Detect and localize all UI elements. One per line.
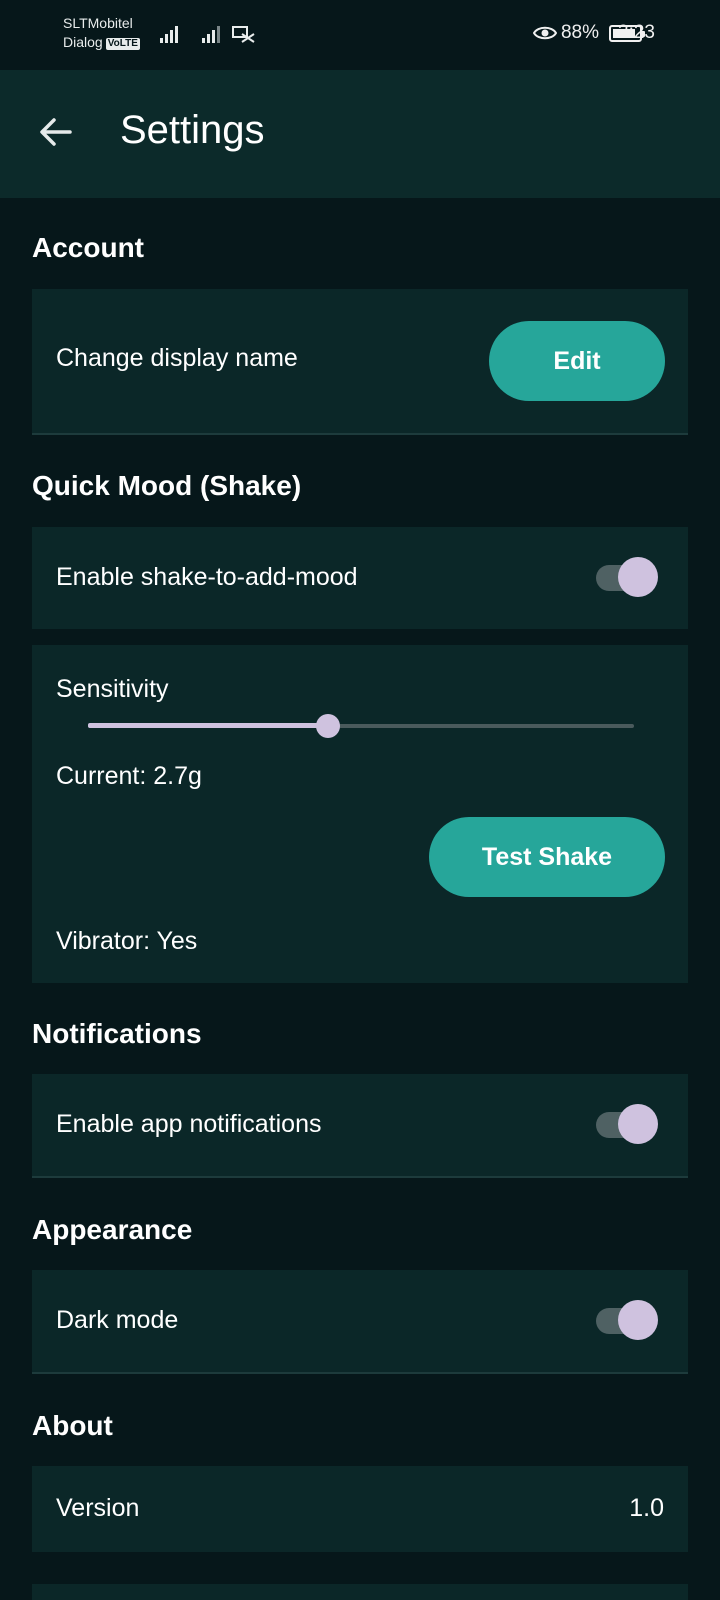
notifications-toggle[interactable] (592, 1104, 658, 1144)
page-title: Settings (120, 108, 265, 152)
signal-icon (160, 26, 178, 43)
appearance-card: Dark mode (32, 1270, 688, 1374)
carrier-info: SLTMobitel Dialog VoLTE (63, 14, 140, 52)
sensitivity-label: Sensitivity (56, 675, 169, 703)
vibrator-text: Vibrator: Yes (56, 927, 198, 955)
sensitivity-card: Sensitivity Current: 2.7g Test Shake Vib… (32, 645, 688, 983)
battery-percent: 88% (560, 22, 599, 43)
section-title-account: Account (32, 232, 144, 263)
section-title-notifications: Notifications (32, 1018, 202, 1049)
sensitivity-slider[interactable] (88, 711, 634, 741)
version-label: Version (56, 1494, 140, 1522)
about-card: Version 1.0 (32, 1466, 688, 1552)
section-title-appearance: Appearance (32, 1214, 193, 1245)
test-shake-button[interactable]: Test Shake (429, 817, 665, 897)
status-bar: SLTMobitel Dialog VoLTE 88% 3:23 (0, 0, 720, 70)
enable-notifications-label: Enable app notifications (56, 1110, 322, 1138)
back-arrow-icon[interactable] (36, 112, 76, 152)
edit-button[interactable]: Edit (489, 321, 665, 401)
eye-icon (532, 26, 557, 40)
shake-toggle[interactable] (592, 557, 658, 597)
shake-enable-card: Enable shake-to-add-mood (32, 527, 688, 629)
signal-icon-2 (202, 26, 220, 43)
volte-badge: VoLTE (105, 38, 140, 50)
next-card (32, 1584, 688, 1600)
dark-mode-toggle[interactable] (592, 1300, 658, 1340)
current-value-text: Current: 2.7g (56, 762, 202, 790)
clock: 3:23 (618, 22, 655, 43)
app-bar: Settings (0, 70, 720, 198)
change-display-name-label: Change display name (56, 344, 298, 372)
section-title-about: About (32, 1410, 113, 1441)
slider-thumb[interactable] (316, 714, 341, 738)
enable-shake-label: Enable shake-to-add-mood (56, 563, 358, 591)
notification-icon (232, 26, 255, 43)
dark-mode-label: Dark mode (56, 1306, 179, 1334)
carrier-1-label: SLTMobitel (63, 15, 133, 31)
notifications-card: Enable app notifications (32, 1074, 688, 1178)
carrier-2-label: Dialog (63, 34, 103, 50)
version-value: 1.0 (629, 1494, 664, 1522)
account-card: Change display name Edit (32, 289, 688, 435)
section-title-quick-mood: Quick Mood (Shake) (32, 470, 302, 501)
